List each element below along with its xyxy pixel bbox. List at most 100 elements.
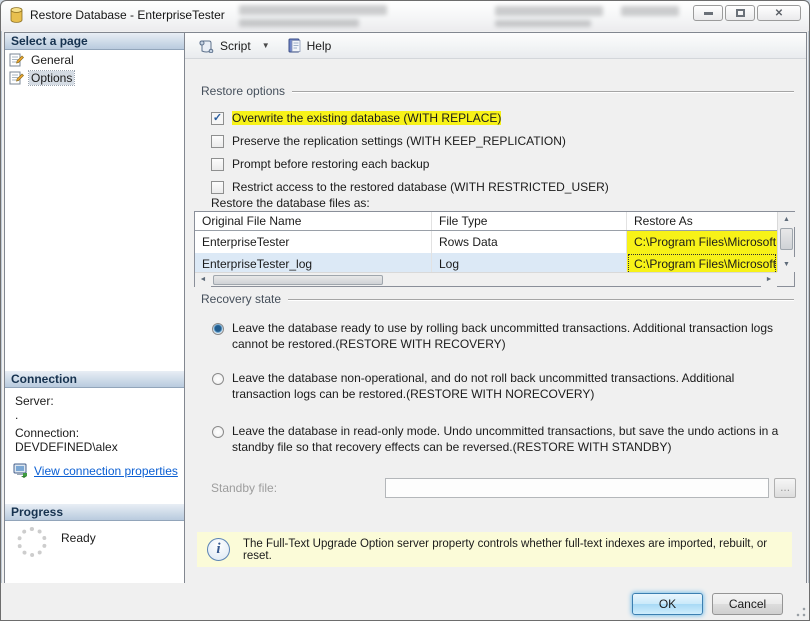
checkbox-label: Restrict access to the restored database… — [232, 180, 609, 194]
resize-grip[interactable] — [796, 607, 806, 617]
script-dropdown-arrow[interactable]: ▼ — [258, 41, 274, 50]
checkbox-label: Prompt before restoring each backup — [232, 157, 429, 171]
scroll-up-icon[interactable]: ▲ — [778, 212, 795, 227]
radio-restore-with-recovery[interactable]: Leave the database ready to use by rolli… — [212, 321, 784, 352]
checkbox-prompt-before-restoring[interactable]: Prompt before restoring each backup — [211, 157, 429, 171]
checkbox-box — [211, 135, 224, 148]
server-label: Server: — [5, 392, 184, 408]
checkbox-overwrite-existing-database[interactable]: ✓ Overwrite the existing database (WITH … — [211, 111, 501, 125]
column-header-file-type[interactable]: File Type — [432, 212, 627, 230]
page-icon — [9, 71, 24, 85]
radio-label: Leave the database in read-only mode. Un… — [232, 424, 784, 455]
table-header-row: Original File Name File Type Restore As — [195, 212, 777, 231]
database-files-table: Original File Name File Type Restore As … — [194, 211, 795, 287]
maximize-icon — [736, 9, 745, 17]
background-window-artifact — [239, 19, 359, 27]
radio-label: Leave the database ready to use by rolli… — [232, 321, 784, 352]
horizontal-scrollbar[interactable]: ◄ ► — [195, 272, 777, 286]
checkbox-restrict-access[interactable]: Restrict access to the restored database… — [211, 180, 609, 194]
script-button[interactable]: Script — [193, 37, 256, 55]
info-icon: i — [207, 538, 230, 561]
sidebar-item-label: General — [29, 53, 76, 67]
sidebar-item-options[interactable]: Options — [5, 70, 184, 86]
browse-button: ... — [774, 478, 796, 498]
standby-file-label: Standby file: — [211, 481, 385, 495]
radio-restore-with-standby[interactable]: Leave the database in read-only mode. Un… — [212, 424, 784, 455]
radio-icon — [212, 426, 224, 438]
close-icon: ✕ — [775, 8, 783, 19]
main-panel: Script ▼ Help — [185, 33, 806, 584]
scrollbar-corner — [777, 272, 794, 286]
radio-label: Leave the database non-operational, and … — [232, 371, 784, 402]
sidebar: Select a page General — [5, 33, 185, 584]
sidebar-item-label: Options — [29, 71, 74, 85]
page-icon — [9, 53, 24, 67]
recovery-state-group-label: Recovery state — [201, 292, 281, 306]
progress-header: Progress — [5, 504, 184, 521]
background-window-artifact — [495, 6, 603, 16]
info-message: The Full-Text Upgrade Option server prop… — [243, 538, 792, 562]
checkbox-check-icon: ✓ — [211, 112, 224, 125]
column-header-restore-as[interactable]: Restore As — [627, 212, 777, 230]
scroll-right-icon[interactable]: ► — [761, 273, 777, 287]
server-value: . — [5, 408, 184, 422]
radio-restore-with-norecovery[interactable]: Leave the database non-operational, and … — [212, 371, 784, 402]
select-a-page-header: Select a page — [5, 33, 184, 50]
checkbox-label: Preserve the replication settings (WITH … — [232, 134, 566, 148]
checkbox-box — [211, 158, 224, 171]
minimize-button[interactable] — [693, 5, 723, 21]
script-button-label: Script — [220, 39, 251, 53]
connection-icon — [13, 463, 29, 478]
connection-value: DEVDEFINED\alex — [5, 440, 184, 454]
scroll-left-icon[interactable]: ◄ — [195, 273, 211, 287]
group-rule — [288, 299, 794, 301]
maximize-button[interactable] — [725, 5, 755, 21]
background-window-artifact — [239, 5, 387, 15]
radio-icon — [212, 373, 224, 385]
checkbox-label: Overwrite the existing database (WITH RE… — [232, 111, 501, 125]
radio-icon — [212, 323, 224, 335]
cell-file-type[interactable]: Rows Data — [432, 231, 627, 253]
vertical-scroll-thumb[interactable] — [780, 228, 793, 250]
standby-file-input — [385, 478, 769, 498]
window-title: Restore Database - EnterpriseTester — [30, 8, 225, 22]
scroll-down-icon[interactable]: ▼ — [778, 257, 795, 272]
progress-spinner-icon — [17, 527, 47, 557]
cell-original-file-name[interactable]: EnterpriseTester — [195, 231, 432, 253]
cell-restore-as[interactable]: C:\Program Files\Microsoft SQ — [627, 231, 777, 253]
info-bar: i The Full-Text Upgrade Option server pr… — [197, 532, 792, 567]
title-bar[interactable]: Restore Database - EnterpriseTester ✕ — [1, 1, 809, 31]
footer: OK Cancel — [1, 583, 809, 620]
cell-original-file-name[interactable]: EnterpriseTester_log — [195, 253, 432, 272]
help-icon — [287, 38, 302, 53]
toolbar: Script ▼ Help — [185, 33, 806, 59]
column-header-original-file-name[interactable]: Original File Name — [195, 212, 432, 230]
connection-label: Connection: — [5, 424, 184, 440]
dialog-content: Select a page General — [4, 32, 807, 585]
cell-file-type[interactable]: Log — [432, 253, 627, 272]
close-button[interactable]: ✕ — [757, 5, 801, 21]
group-rule — [292, 91, 794, 93]
script-icon — [198, 39, 215, 53]
horizontal-scroll-thumb[interactable] — [213, 275, 383, 285]
background-window-artifact — [621, 6, 679, 16]
ok-button[interactable]: OK — [632, 593, 703, 615]
table-row[interactable]: EnterpriseTester Rows Data C:\Program Fi… — [195, 231, 777, 253]
cancel-button[interactable]: Cancel — [712, 593, 783, 615]
progress-status: Ready — [61, 531, 96, 545]
restore-files-label: Restore the database files as: — [211, 196, 370, 210]
cell-restore-as[interactable]: C:\Program Files\Microsoft SQ — [627, 253, 777, 272]
restore-options-group-label: Restore options — [201, 84, 285, 98]
help-button[interactable]: Help — [282, 36, 337, 55]
background-window-artifact — [495, 20, 591, 27]
restore-database-dialog: Restore Database - EnterpriseTester ✕ Se… — [0, 0, 810, 621]
view-connection-properties-link[interactable]: View connection properties — [34, 464, 178, 478]
sidebar-item-general[interactable]: General — [5, 52, 184, 68]
help-button-label: Help — [307, 39, 332, 53]
vertical-scrollbar[interactable]: ▲ ▼ — [777, 212, 794, 272]
checkbox-box — [211, 181, 224, 194]
table-row[interactable]: EnterpriseTester_log Log C:\Program File… — [195, 253, 777, 272]
checkbox-preserve-replication[interactable]: Preserve the replication settings (WITH … — [211, 134, 566, 148]
database-icon — [9, 7, 24, 23]
minimize-icon — [704, 12, 713, 15]
